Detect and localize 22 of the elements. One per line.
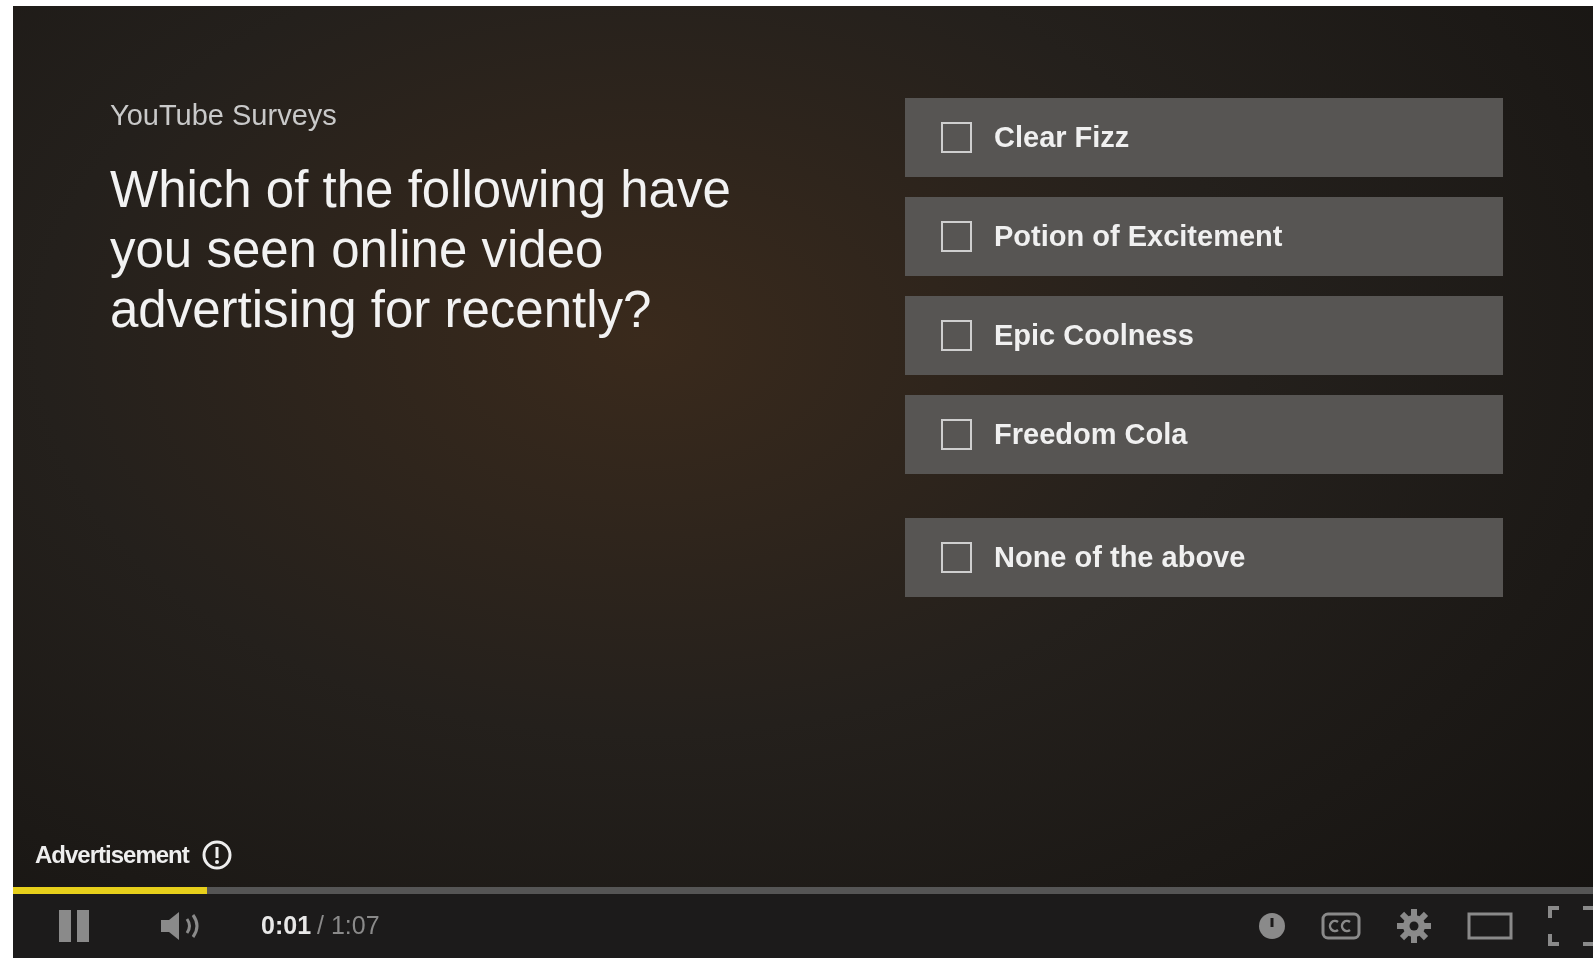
current-time: 0:01	[261, 910, 312, 942]
survey-option[interactable]: Clear Fizz	[905, 98, 1503, 177]
settings-icon[interactable]	[1395, 907, 1433, 945]
duration-time: / 1:07	[317, 910, 380, 942]
checkbox[interactable]	[941, 122, 972, 153]
progress-bar[interactable]	[13, 887, 1593, 894]
checkbox[interactable]	[941, 320, 972, 351]
survey-brand: YouTube Surveys	[110, 98, 337, 133]
survey-option[interactable]: Potion of Excitement	[905, 197, 1503, 276]
checkbox[interactable]	[941, 542, 972, 573]
checkbox[interactable]	[941, 221, 972, 252]
survey-question: Which of the following have you seen online video advertising for recently?	[110, 159, 732, 340]
fullscreen-icon[interactable]	[1547, 906, 1593, 946]
checkbox[interactable]	[941, 419, 972, 450]
info-icon[interactable]	[200, 839, 233, 871]
theater-mode-icon[interactable]	[1467, 911, 1513, 941]
survey-option[interactable]: Freedom Cola	[905, 395, 1503, 474]
captions-icon[interactable]	[1321, 911, 1361, 941]
advertisement-label: Advertisement	[35, 840, 189, 870]
survey-option[interactable]: Epic Coolness	[905, 296, 1503, 375]
clock-icon[interactable]	[1257, 911, 1287, 941]
survey-option[interactable]: None of the above	[905, 518, 1503, 597]
